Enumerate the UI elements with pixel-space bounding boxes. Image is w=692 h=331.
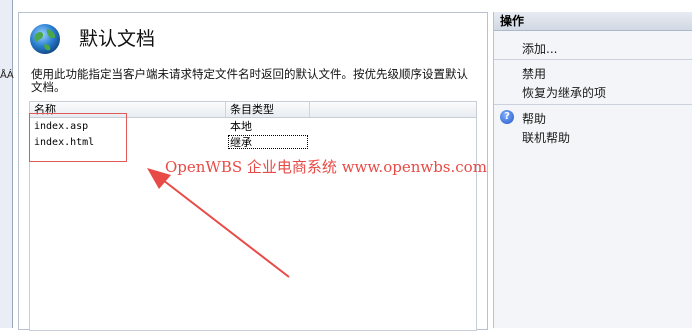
left-panel-edge-label: ÅÁ [0,70,14,81]
globe-icon [30,24,60,54]
help-action[interactable]: 帮助 [522,110,546,127]
actions-header: 操作 [494,12,692,31]
annotation-highlight-box [29,113,127,162]
revert-to-inherited-action[interactable]: 恢复为继承的项 [522,84,606,101]
left-panel-edge: ÅÁ [0,0,14,328]
help-icon: ? [500,110,514,124]
page-title: 默认文档 [79,28,156,50]
actions-divider [494,104,692,105]
entry-type: 本地 [230,120,252,133]
online-help-action[interactable]: 联机帮助 [522,129,570,146]
feature-description: 使用此功能指定当客户端未请求特定文件名时返回的默认文件。按优先级顺序设置默认文档… [31,67,468,94]
disable-action[interactable]: 禁用 [522,65,546,82]
default-document-panel: 默认文档 使用此功能指定当客户端未请求特定文件名时返回的默认文件。按优先级顺序设… [18,12,488,331]
column-header-entry-type[interactable]: 条目类型 [226,102,310,117]
add-action[interactable]: 添加... [522,40,557,57]
annotation-arrow-icon [147,168,290,278]
actions-divider [494,59,692,60]
entry-type: 继承 [230,136,252,149]
actions-pane: 操作 添加... 禁用 恢复为继承的项 ? 帮助 联机帮助 [493,12,692,328]
